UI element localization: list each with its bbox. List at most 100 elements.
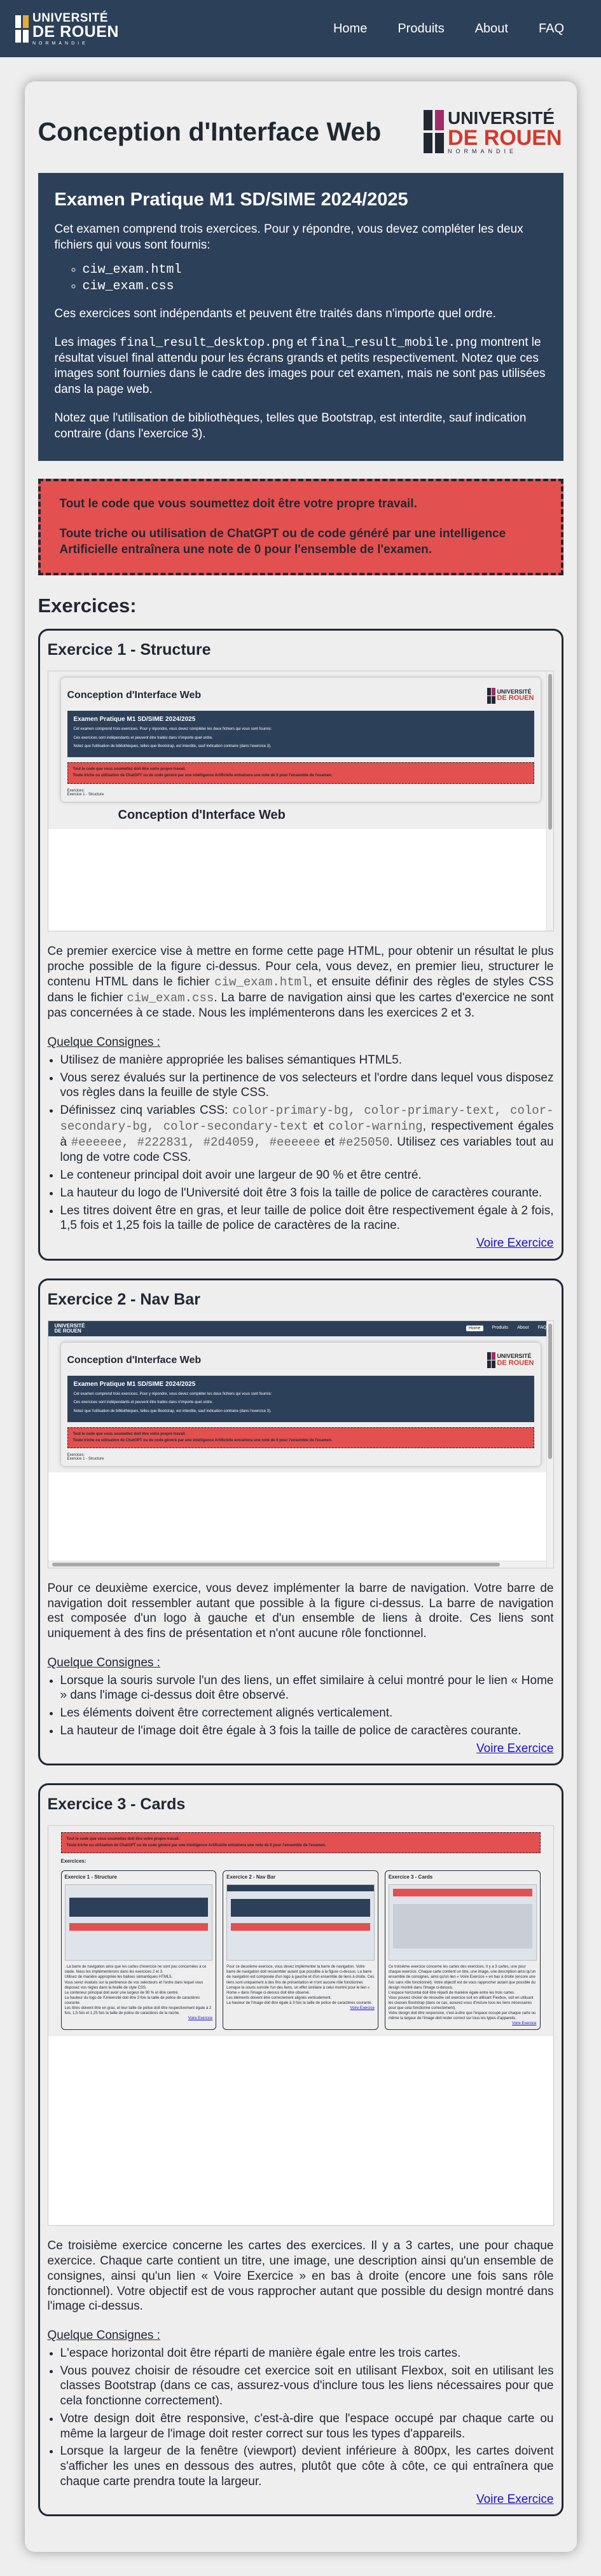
exercise-card-1: Exercice 1 - Structure Conception d'Inte… (38, 629, 563, 1261)
preview-warning-1: Tout le code que vous soumettez doit êtr… (73, 1432, 186, 1436)
exam-libraries-note: Notez que l'utilisation de bibliothèques… (54, 411, 527, 441)
navbar-logo[interactable]: UNIVERSITÉ DE ROUEN NORMANDIE (15, 12, 119, 46)
exercise-1-title: Exercice 1 - Structure (47, 641, 211, 659)
consigne-item: Vous serez évalués sur la pertinence de … (60, 1071, 554, 1101)
warning-box: Tout le code que vous soumettez doit êtr… (38, 479, 563, 576)
exercise-2-link[interactable]: Voire Exercice (476, 1742, 553, 1755)
consigne-item: Utilisez de manière appropriée les balis… (60, 1053, 554, 1068)
header-row: Conception d'Interface Web UNIVERSITÉ DE… (38, 97, 563, 167)
preview-cards: Exercice 1 - Structure . La barre de nav… (60, 1870, 541, 2031)
preview-nav-about: About (517, 1326, 529, 1331)
exercise-1-consignes: Utilisez de manière appropriée les balis… (60, 1053, 554, 1233)
exercise-1-description: Ce premier exercice vise à mettre en for… (47, 945, 554, 1020)
preview-warning-2: Toute triche ou utilisation de ChatGPT o… (66, 1843, 326, 1847)
preview-warning-1: Tout le code que vous soumettez doit êtr… (73, 767, 186, 772)
exercise-3-consignes-label: Quelque Consignes : (47, 2329, 160, 2342)
file-item: ciw_exam.html (83, 262, 547, 278)
preview-card-2: Exercice 2 - Nav Bar Pour ce deuxième ex… (223, 1870, 378, 2031)
preview-horizontal-scrollbar[interactable] (48, 1560, 546, 1568)
consigne-item: Lorsque la souris survole l'un des liens… (60, 1673, 554, 1704)
consigne-item: La hauteur de l'image doit être égale à … (60, 1723, 554, 1739)
file-list: ciw_exam.html ciw_exam.css (83, 262, 547, 295)
consigne-item: Les éléments doivent être correctement a… (60, 1706, 554, 1721)
consigne-item: Définissez cinq variables CSS: color-pri… (60, 1103, 554, 1165)
preview-exam-libraries: Notez que l'utilisation de bibliothèques… (73, 1409, 272, 1413)
exercise-3-link[interactable]: Voire Exercice (476, 2493, 553, 2506)
nav-link-about[interactable]: About (460, 15, 523, 43)
exercise-1-consignes-label: Quelque Consignes : (47, 1036, 160, 1049)
exercise-2-consignes-label: Quelque Consignes : (47, 1655, 160, 1669)
consigne-item: Lorsque la largeur de la fenêtre (viewpo… (60, 2444, 554, 2489)
preview-warning-2: Toute triche ou utilisation de ChatGPT o… (73, 774, 333, 778)
file-item: ciw_exam.css (83, 278, 547, 295)
preview-logo-icon: UNIVERSITÉ DE ROUEN (487, 1352, 534, 1369)
preview-card-1: Exercice 1 - Structure . La barre de nav… (60, 1870, 217, 2031)
exercise-3-title: Exercice 3 - Cards (47, 1795, 186, 1814)
logo-line-1: UNIVERSITÉ (32, 11, 109, 25)
exercise-1-link[interactable]: Voire Exercice (476, 1237, 553, 1250)
exercise-3-preview[interactable]: Tout le code que vous soumettez doit êtr… (47, 1825, 554, 2226)
page-title: Conception d'Interface Web (38, 116, 382, 146)
preview-navbar-logo: UNIVERSITÉ DE ROUEN (54, 1322, 85, 1334)
exercise-2-consignes: Lorsque la souris survole l'un des liens… (60, 1673, 554, 1739)
exercise-card-2: Exercice 2 - Nav Bar UNIVERSITÉ DE ROUEN … (38, 1278, 563, 1766)
consigne-item: Votre design doit être responsive, c'est… (60, 2411, 554, 2442)
preview-scrollbar[interactable] (546, 671, 553, 931)
preview-exam-intro: Cet examen comprend trois exercices. Pou… (73, 1392, 272, 1396)
consigne-item: Le conteneur principal doit avoir une la… (60, 1168, 554, 1183)
preview-navbar: UNIVERSITÉ DE ROUEN Home Produits About F… (48, 1320, 553, 1336)
preview-card-3: Exercice 3 - Cards Ce troisième exercice… (384, 1870, 541, 2031)
preview-nav-produits: Produits (492, 1326, 509, 1331)
university-emblem-icon (15, 15, 29, 43)
exercise-card-3: Exercice 3 - Cards Tout le code que vous… (38, 1783, 563, 2517)
nav-link-home[interactable]: Home (318, 15, 382, 43)
exam-images-note: Les images final_result_desktop.png et f… (54, 336, 546, 397)
exam-intro: Cet examen comprend trois exercices. Pou… (54, 223, 523, 252)
preview-exercises: Exercices: Exercice 1 - Structure (67, 1453, 104, 1462)
warning-line-1: Tout le code que vous soumettez doit êtr… (59, 497, 417, 511)
exercise-2-description: Pour ce deuxième exercice, vous devez im… (47, 1581, 554, 1640)
preview-exam-independent: Ces exercices sont indépendants et peuve… (73, 1401, 213, 1405)
exercises-heading: Exercices: (38, 594, 137, 617)
exam-title: Examen Pratique M1 SD/SIME 2024/2025 (54, 189, 408, 210)
university-logo-line-1: UNIVERSITÉ (448, 107, 555, 128)
preview-bottom-title: Conception d'Interface Web (118, 807, 286, 822)
preview-exam-title: Examen Pratique M1 SD/SIME 2024/2025 (73, 716, 196, 723)
preview-exam-independent: Ces exercices sont indépendants et peuve… (73, 736, 213, 740)
preview-warning-2: Toute triche ou utilisation de ChatGPT o… (73, 1438, 333, 1442)
consigne-item: La hauteur du logo de l'Université doit … (60, 1186, 554, 1201)
preview-nav-faq: FAQ (537, 1326, 547, 1331)
preview-exam-libraries: Notez que l'utilisation de bibliothèques… (73, 744, 272, 749)
exercise-1-preview[interactable]: Conception d'Interface Web UNIVERSITÉ DE … (47, 671, 554, 932)
nav-links: Home Produits About FAQ (318, 15, 579, 43)
preview-exam-title: Examen Pratique M1 SD/SIME 2024/2025 (73, 1380, 196, 1388)
exercise-2-preview[interactable]: UNIVERSITÉ DE ROUEN Home Produits About F… (47, 1320, 554, 1568)
main-container: Conception d'Interface Web UNIVERSITÉ DE… (24, 81, 577, 2552)
preview-exam-intro: Cet examen comprend trois exercices. Pou… (73, 727, 272, 732)
exam-independent-note: Ces exercices sont indépendants et peuve… (54, 307, 496, 321)
preview-logo-icon: UNIVERSITÉ DE ROUEN (487, 687, 534, 704)
preview-exercises: Exercices: Exercice 1 - Structure (67, 788, 104, 797)
preview-scrollbar[interactable] (546, 1320, 553, 1568)
preview-page-title: Conception d'Interface Web (67, 690, 202, 701)
exercise-2-title: Exercice 2 - Nav Bar (47, 1290, 200, 1308)
university-logo-line-2: DE ROUEN (448, 125, 562, 150)
preview-page-title: Conception d'Interface Web (67, 1354, 202, 1366)
logo-line-2: DE ROUEN (32, 22, 119, 41)
exercise-3-description: Ce troisième exercice concerne les carte… (47, 2239, 554, 2313)
exam-info-box: Examen Pratique M1 SD/SIME 2024/2025 Cet… (38, 173, 563, 462)
consigne-item: Vous pouvez choisir de résoudre cet exer… (60, 2364, 554, 2409)
top-navbar: UNIVERSITÉ DE ROUEN NORMANDIE Home Produ… (0, 0, 601, 57)
nav-link-faq[interactable]: FAQ (523, 15, 579, 43)
exercise-3-consignes: L'espace horizontal doit être réparti de… (60, 2346, 554, 2490)
university-logo-icon (424, 110, 445, 153)
university-logo: UNIVERSITÉ DE ROUEN NORMANDIE (424, 109, 562, 154)
logo-line-3: NORMANDIE (32, 41, 88, 46)
preview-warning-1: Tout le code que vous soumettez doit êtr… (66, 1837, 180, 1842)
warning-line-2: Toute triche ou utilisation de ChatGPT o… (59, 526, 506, 556)
nav-link-produits[interactable]: Produits (382, 15, 459, 43)
preview-exercises-title: Exercices: (60, 1858, 86, 1865)
consigne-item: Les titres doivent être en gras, et leur… (60, 1203, 554, 1234)
preview-nav-home: Home (466, 1326, 483, 1332)
consigne-item: L'espace horizontal doit être réparti de… (60, 2346, 554, 2361)
